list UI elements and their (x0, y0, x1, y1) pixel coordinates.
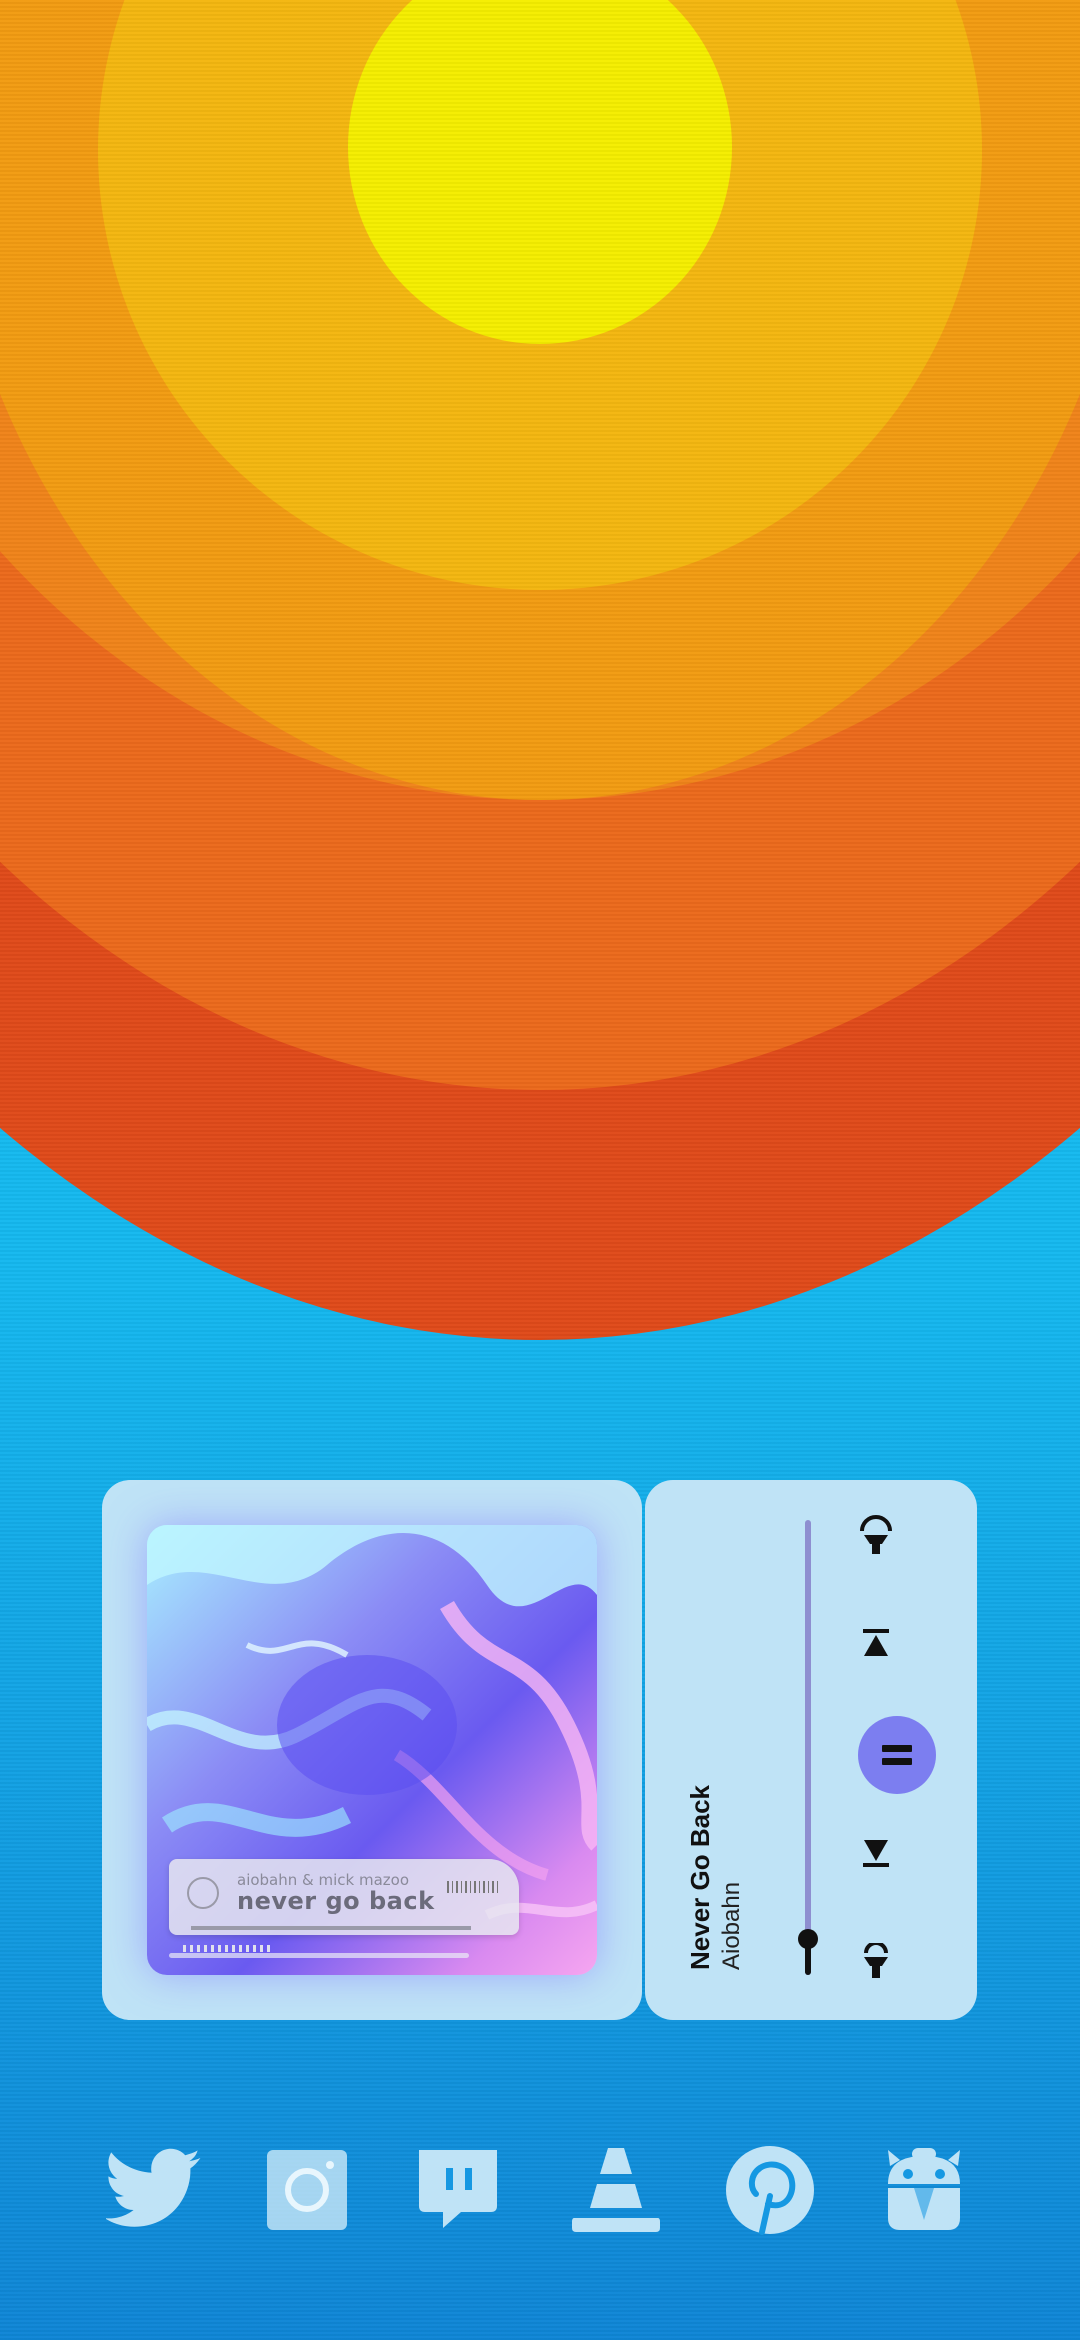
twitter-icon (106, 2148, 201, 2227)
dock-app-instagram[interactable] (257, 2140, 357, 2240)
pinterest-icon (726, 2146, 814, 2235)
previous-track-button[interactable] (853, 1620, 899, 1666)
next-track-icon (863, 1840, 889, 1867)
label-underline (191, 1926, 471, 1930)
dock-app-twitch[interactable] (408, 2140, 508, 2240)
progress-thumb[interactable] (798, 1929, 818, 1949)
album-art[interactable]: aiobahn & mick mazoo never go back (147, 1525, 597, 1975)
scroll-down-button[interactable] (853, 1940, 899, 1986)
previous-track-icon (863, 1629, 889, 1656)
album-logo-icon (187, 1877, 219, 1909)
album-art-title: never go back (237, 1887, 435, 1915)
dock-app-pinterest[interactable] (720, 2140, 820, 2240)
app-dock (0, 2140, 1080, 2250)
progress-slider[interactable] (805, 1520, 811, 1975)
next-track-button[interactable] (853, 1830, 899, 1876)
scroll-down-icon (864, 1943, 888, 1978)
scroll-up-button[interactable] (853, 1512, 899, 1558)
dock-app-android[interactable] (874, 2140, 974, 2240)
twitch-icon (419, 2150, 497, 2228)
instagram-icon (267, 2150, 347, 2230)
pause-button[interactable] (858, 1716, 936, 1794)
album-art-bottom-bar (169, 1953, 469, 1958)
track-artist: Aiobahn (718, 1881, 745, 1970)
dock-app-vlc[interactable] (566, 2140, 666, 2240)
scroll-up-icon (860, 1515, 892, 1554)
album-art-label-card: aiobahn & mick mazoo never go back (169, 1859, 519, 1935)
track-info: Never Go Back Aiobahn (685, 1785, 746, 1970)
android-robot-icon (888, 2148, 960, 2230)
music-widget-controls-panel: Never Go Back Aiobahn (645, 1480, 977, 2020)
dock-app-twitter[interactable] (104, 2140, 204, 2240)
music-widget-art-panel[interactable]: aiobahn & mick mazoo never go back (102, 1480, 642, 2020)
pause-icon (882, 1745, 912, 1765)
vlc-icon (572, 2148, 660, 2232)
album-art-hatch-decoration (183, 1945, 273, 1952)
barcode-icon (447, 1881, 499, 1893)
track-title: Never Go Back (685, 1785, 715, 1970)
